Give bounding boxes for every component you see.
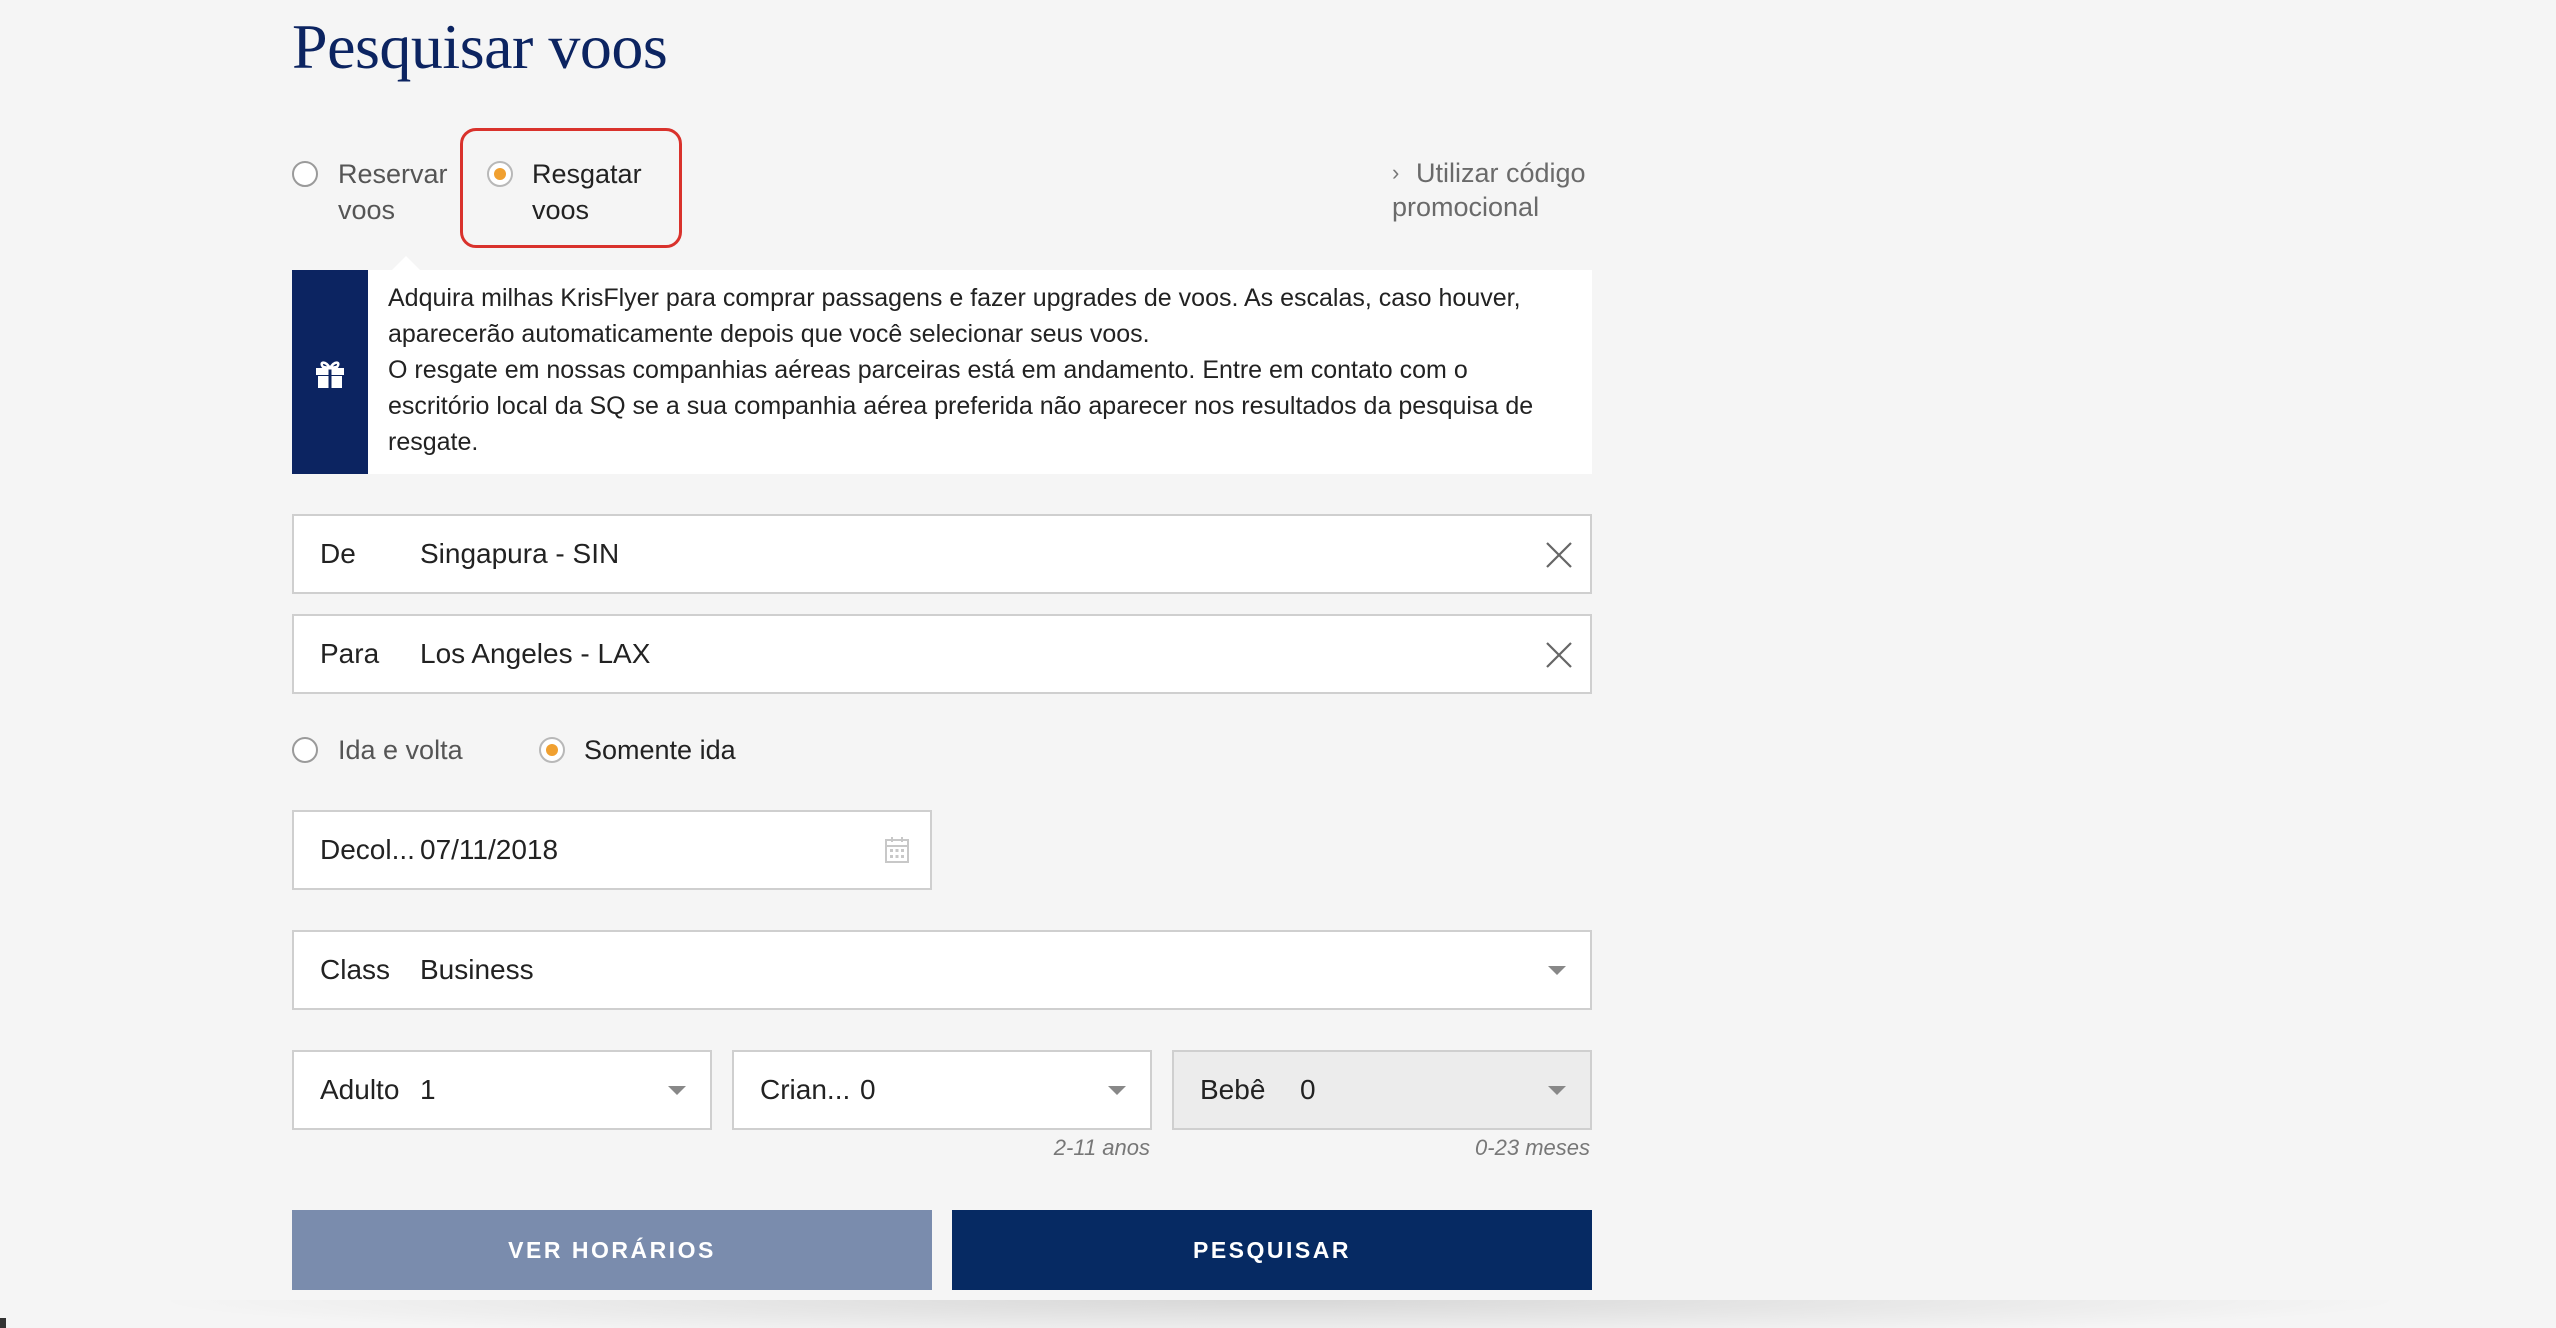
to-value[interactable]: Los Angeles - LAX [420,616,650,692]
infant-value[interactable]: 0 [1300,1052,1316,1128]
child-value[interactable]: 0 [860,1052,876,1128]
radio-button-selected[interactable] [539,737,565,763]
info-pointer [392,256,420,270]
from-field[interactable]: De Singapura - SIN [292,514,1592,594]
adult-select[interactable]: Adulto 1 [292,1050,712,1130]
selection-highlight [460,128,682,248]
clear-icon[interactable] [1544,640,1574,670]
view-schedules-button[interactable]: VER HORÁRIOS [292,1210,932,1290]
promo-code-link[interactable]: › Utilizar código promocional [1392,156,1586,224]
search-button[interactable]: PESQUISAR [952,1210,1592,1290]
info-icon-bar [292,270,368,474]
child-label: Crian... [760,1074,851,1105]
footer-shadow [140,1300,2420,1328]
radio-label: Ida e volta [338,735,463,765]
chevron-down-icon[interactable] [1108,1086,1126,1095]
adult-value[interactable]: 1 [420,1052,436,1128]
promo-line1: Utilizar código [1416,158,1586,188]
departure-label: Decol... [320,834,415,865]
info-paragraph: Adquira milhas KrisFlyer para comprar pa… [388,284,1521,348]
clear-icon[interactable] [1544,540,1574,570]
radio-label-line2: voos [338,195,396,225]
info-text: Adquira milhas KrisFlyer para comprar pa… [388,280,1568,460]
gift-icon [316,361,344,388]
class-label: Class [320,954,391,985]
to-field[interactable]: Para Los Angeles - LAX [292,614,1592,694]
chevron-down-icon[interactable] [1548,1086,1566,1095]
cabin-class-select[interactable]: Class Business [292,930,1592,1010]
child-age-hint: 2-11 anos [1053,1135,1150,1160]
info-box: Adquira milhas KrisFlyer para comprar pa… [292,256,1592,474]
from-value[interactable]: Singapura - SIN [420,516,619,592]
info-paragraph: O resgate em nossas companhias aéreas pa… [388,356,1534,456]
child-select[interactable]: Crian... 0 [732,1050,1152,1130]
infant-label: Bebê [1200,1074,1266,1105]
radio-button[interactable] [292,737,318,763]
infant-select[interactable]: Bebê 0 [1172,1050,1592,1130]
chevron-down-icon[interactable] [668,1086,686,1095]
chevron-down-icon[interactable] [1548,966,1566,975]
radio-label-line1: Reservar [338,159,448,189]
radio-label: Somente ida [584,735,736,765]
window-edge [0,1318,6,1328]
promo-line2: promocional [1392,192,1540,222]
chevron-right-icon: › [1392,160,1400,185]
class-value[interactable]: Business [420,932,534,1008]
page: Pesquisar voos Reservar voos Resgatar vo… [0,0,2556,1328]
radio-button[interactable] [292,161,318,187]
infant-age-hint: 0-23 meses [1475,1135,1590,1160]
adult-label: Adulto [320,1074,400,1105]
to-label: Para [320,638,380,669]
from-label: De [320,538,356,569]
page-title: Pesquisar voos [292,11,668,82]
calendar-icon[interactable] [884,836,910,864]
departure-value[interactable]: 07/11/2018 [420,812,558,888]
departure-date-field[interactable]: Decol... 07/11/2018 [292,810,932,890]
